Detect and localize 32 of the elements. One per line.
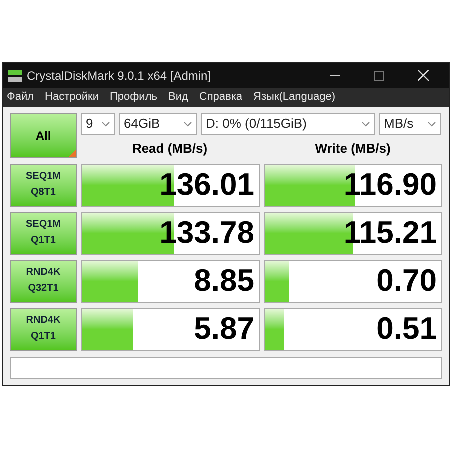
column-header: Write (MB/s)	[315, 140, 391, 158]
test-button[interactable]: SEQ1M Q8T1	[10, 164, 77, 206]
dropdown[interactable]: MB/s	[379, 113, 441, 135]
chevron-icon	[428, 122, 436, 126]
chevron-icon	[362, 122, 370, 126]
test-button[interactable]: RND4K Q32T1	[10, 260, 77, 302]
menu-item[interactable]: Настройки	[45, 89, 99, 106]
dropdown[interactable]: D: 0% (0/115GiB)	[201, 113, 375, 135]
dropdown[interactable]: 64GiB	[119, 113, 197, 135]
dropdown[interactable]: 9	[81, 113, 115, 135]
result-cell: 8.85	[81, 260, 260, 302]
menu-item[interactable]: Справка	[199, 89, 243, 106]
corner-triangle-icon	[69, 150, 76, 157]
menu-item[interactable]: Вид	[168, 89, 188, 106]
menu-item[interactable]: Язык(Language)	[254, 89, 336, 106]
result-cell: 0.51	[264, 308, 442, 350]
test-button[interactable]: SEQ1M Q1T1	[10, 212, 77, 254]
result-cell: 5.87	[81, 308, 260, 350]
minimize-icon	[330, 74, 340, 76]
app-icon	[7, 68, 23, 84]
chevron-icon	[184, 122, 192, 126]
chevron-icon	[102, 122, 110, 126]
menu-item[interactable]: Файл	[7, 89, 34, 106]
close-icon	[418, 70, 428, 81]
all-button[interactable]: All	[10, 113, 77, 158]
test-button[interactable]: RND4K Q1T1	[10, 308, 77, 350]
result-cell: 0.70	[264, 260, 442, 302]
comment-field[interactable]	[10, 356, 442, 378]
column-header: Read (MB/s)	[132, 140, 208, 158]
menu-item[interactable]: Профиль	[110, 89, 158, 106]
window-title: CrystalDiskMark 9.0.1 x64 [Admin]	[27, 68, 212, 84]
maximize-icon	[374, 70, 384, 80]
